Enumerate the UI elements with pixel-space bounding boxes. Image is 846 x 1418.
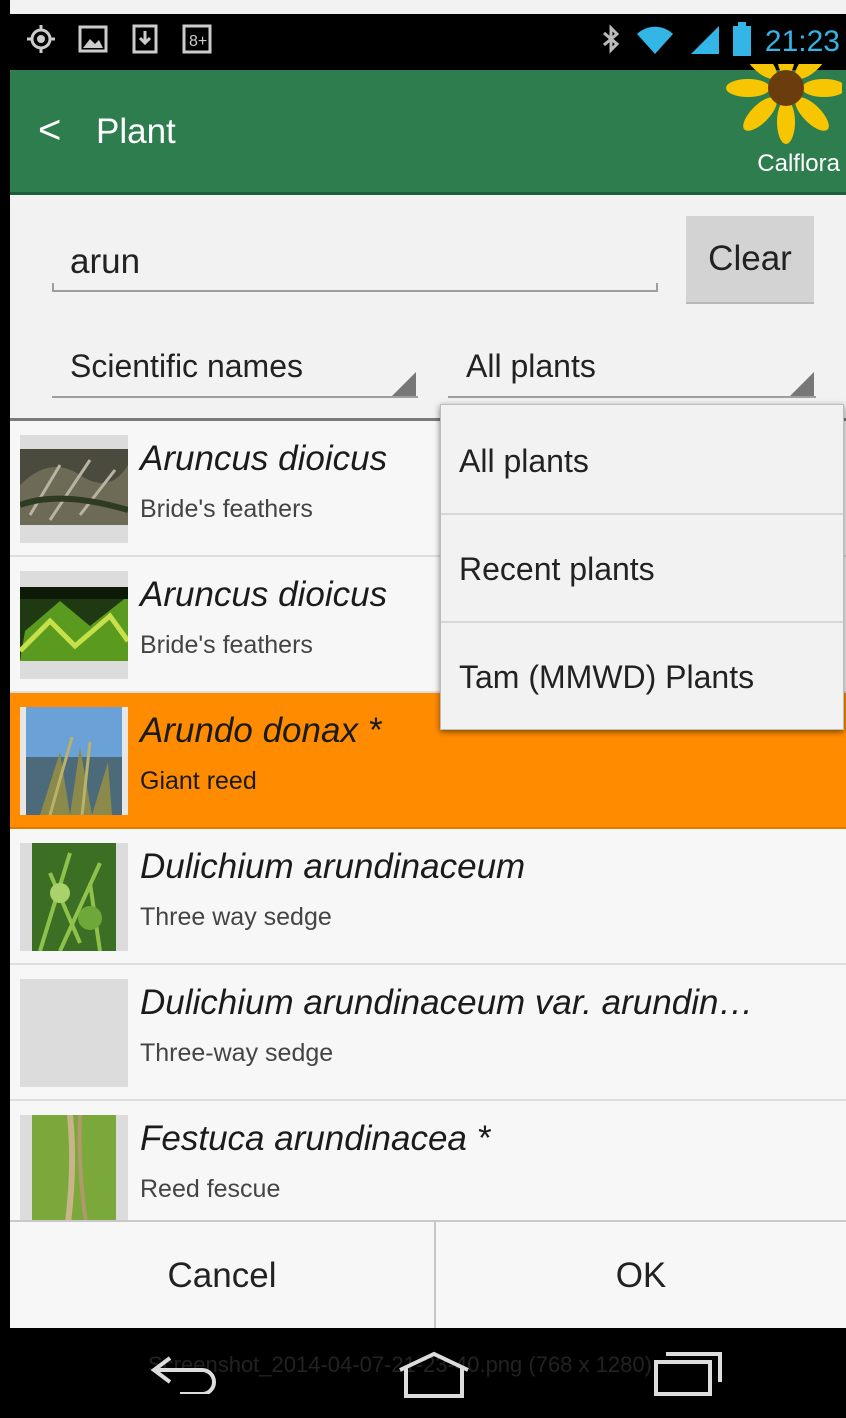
clear-button[interactable]: Clear: [686, 216, 814, 304]
download-icon: [130, 24, 160, 54]
common-name: Bride's feathers: [140, 495, 313, 523]
dropdown-option-all-plants[interactable]: All plants: [441, 405, 843, 515]
dialog-button-bar: Cancel OK: [10, 1220, 846, 1330]
scientific-name: Festuca arundinacea *: [140, 1119, 491, 1158]
wifi-icon: [635, 24, 675, 59]
list-item[interactable]: Dulichium arundinaceum Three way sedge: [10, 829, 846, 965]
search-input[interactable]: arun: [52, 238, 658, 292]
ok-button[interactable]: OK: [436, 1222, 846, 1330]
back-arrow-icon[interactable]: <: [38, 108, 61, 152]
plant-thumbnail: [20, 843, 128, 951]
dropdown-option-tam-mmwd-plants[interactable]: Tam (MMWD) Plants: [441, 621, 843, 729]
sunflower-logo-icon: [722, 64, 842, 148]
home-icon[interactable]: [396, 1350, 472, 1405]
spinner-arrow-icon: [392, 372, 416, 396]
scientific-name: Aruncus dioicus: [140, 575, 388, 614]
bluetooth-icon: [601, 24, 621, 59]
common-name: Bride's feathers: [140, 631, 313, 659]
name-type-value: Scientific names: [70, 348, 303, 384]
scientific-name: Dulichium arundinaceum: [140, 847, 526, 886]
plant-set-value: All plants: [466, 348, 596, 384]
back-icon[interactable]: [150, 1350, 220, 1399]
image-icon: [78, 24, 108, 54]
plant-thumbnail: [20, 707, 128, 815]
list-item[interactable]: Dulichium arundinaceum var. arundin… Thr…: [10, 965, 846, 1101]
status-bar: 8+ 21:23: [10, 14, 846, 70]
plant-thumbnail: [20, 435, 128, 543]
scientific-name: Arundo donax *: [140, 711, 382, 750]
signal-icon: [689, 24, 719, 59]
google-plus-icon: 8+: [182, 24, 212, 54]
search-value: arun: [70, 242, 141, 281]
battery-icon: [732, 22, 751, 61]
brand-label: Calflora: [757, 150, 840, 177]
plant-thumbnail: [20, 571, 128, 679]
navigation-bar: Screenshot_2014-04-07-21-23-40.png (768 …: [10, 1328, 846, 1418]
common-name: Three way sedge: [140, 903, 332, 931]
page-title[interactable]: Plant: [96, 112, 176, 152]
name-type-spinner[interactable]: Scientific names: [52, 338, 418, 398]
cancel-button[interactable]: Cancel: [10, 1222, 436, 1330]
search-underline: [52, 283, 658, 292]
scientific-name: Aruncus dioicus: [140, 439, 388, 478]
list-item[interactable]: Festuca arundinacea * Reed fescue: [10, 1101, 846, 1237]
dropdown-option-recent-plants[interactable]: Recent plants: [441, 513, 843, 623]
plant-set-spinner[interactable]: All plants: [448, 338, 816, 398]
plant-thumbnail-placeholder: [20, 979, 128, 1087]
common-name: Reed fescue: [140, 1175, 281, 1203]
plant-set-dropdown: All plants Recent plants Tam (MMWD) Plan…: [440, 404, 844, 730]
app-screen: 8+ 21:23 < Plant Calflora arun Clear Sci…: [10, 0, 846, 1418]
spinner-arrow-icon: [790, 372, 814, 396]
scientific-name: Dulichium arundinaceum var. arundin…: [140, 983, 754, 1022]
recents-icon[interactable]: [650, 1350, 726, 1401]
status-time: 21:23: [764, 24, 840, 58]
common-name: Giant reed: [140, 767, 257, 795]
gps-icon: [26, 24, 56, 54]
svg-text:8+: 8+: [189, 33, 207, 50]
plant-thumbnail: [20, 1115, 128, 1223]
common-name: Three-way sedge: [140, 1039, 334, 1067]
action-bar: < Plant Calflora: [10, 64, 846, 195]
